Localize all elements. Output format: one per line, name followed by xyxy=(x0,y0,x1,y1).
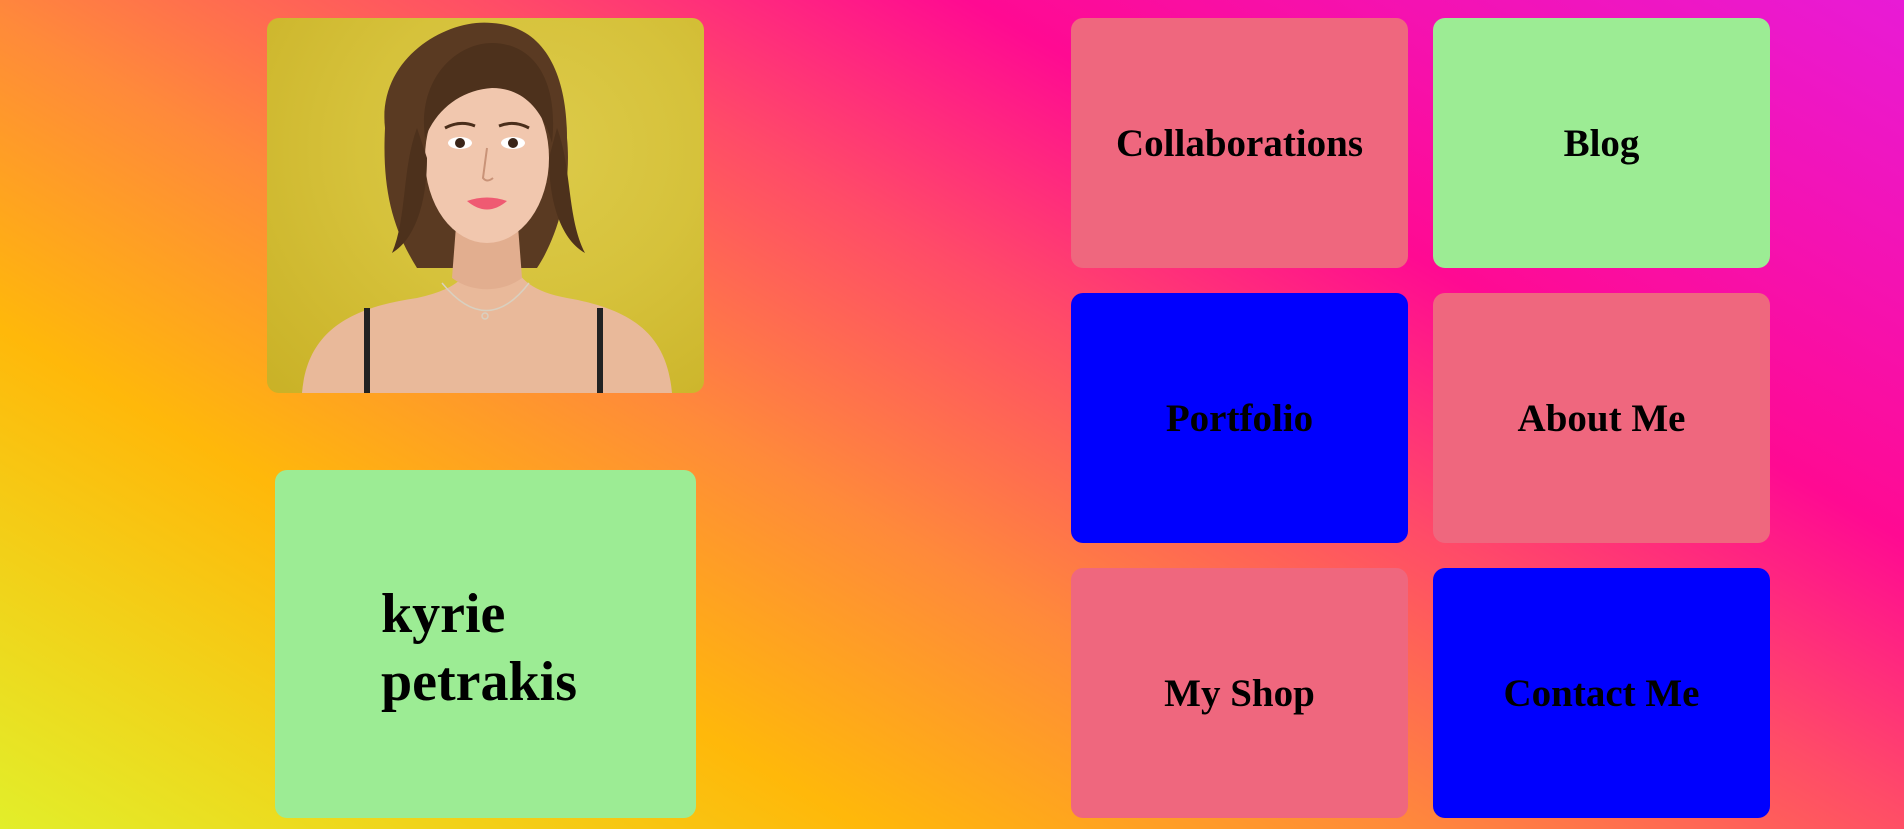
name-card: kyrie petrakis xyxy=(275,470,696,818)
collaborations-button[interactable]: Collaborations xyxy=(1071,18,1408,268)
profile-name: kyrie petrakis xyxy=(381,583,577,713)
contact-me-button[interactable]: Contact Me xyxy=(1433,568,1770,818)
portrait-illustration xyxy=(302,22,672,393)
blog-button[interactable]: Blog xyxy=(1433,18,1770,268)
portfolio-button[interactable]: Portfolio xyxy=(1071,293,1408,543)
profile-photo xyxy=(267,18,704,393)
about-me-button[interactable]: About Me xyxy=(1433,293,1770,543)
my-shop-button[interactable]: My Shop xyxy=(1071,568,1408,818)
